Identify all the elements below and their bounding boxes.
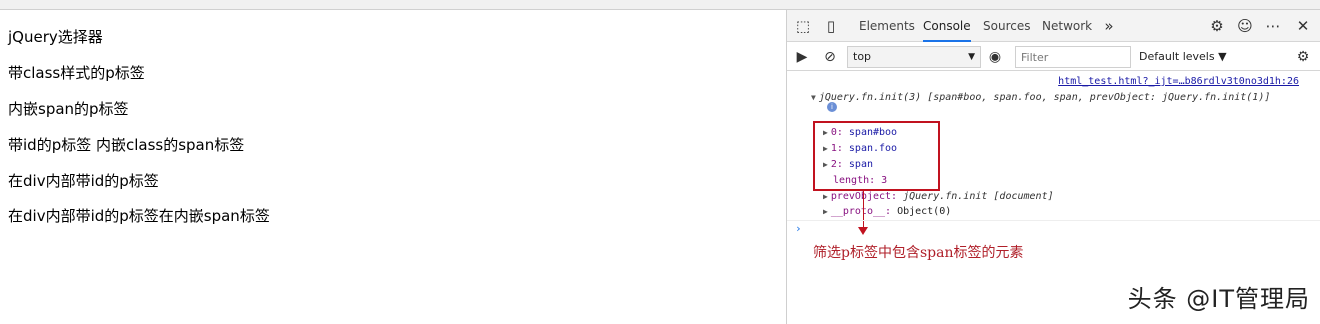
expand-right-icon: ▶ bbox=[823, 192, 828, 201]
annotation-arrow-head bbox=[858, 227, 868, 235]
rendered-page: jQuery选择器 带class样式的p标签 内嵌span的p标签 带id的p标… bbox=[0, 10, 786, 324]
more-tabs-icon[interactable]: » bbox=[1099, 16, 1119, 36]
page-line-id-p: 带id的p标签 内嵌class的span标签 bbox=[8, 136, 245, 154]
console-settings-gear-icon[interactable]: ⚙ bbox=[1293, 47, 1313, 67]
proto-value: Object(0) bbox=[897, 206, 952, 217]
annotation-text: 筛选p标签中包含span标签的元素 bbox=[813, 245, 1024, 261]
page-line-div-p: 在div内部带id的p标签 bbox=[8, 172, 159, 190]
filter-input[interactable] bbox=[1015, 46, 1131, 68]
tab-sources[interactable]: Sources bbox=[983, 10, 1030, 42]
highlight-box bbox=[813, 121, 940, 191]
tab-network[interactable]: Network bbox=[1042, 10, 1092, 42]
eye-icon[interactable]: ◉ bbox=[985, 47, 1005, 67]
gear-icon[interactable]: ⚙ bbox=[1207, 16, 1227, 36]
clear-console-icon[interactable]: ⊘ bbox=[820, 47, 840, 67]
context-select[interactable]: top ▼ bbox=[847, 46, 981, 68]
devtools-panel: ⬚ ▯ Elements Console Sources Network » ⚙… bbox=[786, 10, 1320, 324]
expand-right-icon: ▶ bbox=[823, 207, 828, 216]
close-icon[interactable]: ✕ bbox=[1293, 16, 1313, 36]
inspect-element-icon[interactable]: ⬚ bbox=[793, 16, 813, 36]
watermark: 头条 @IT管理局 bbox=[1127, 285, 1310, 313]
page-line-span-p: 内嵌span的p标签 bbox=[8, 100, 129, 118]
context-value: top bbox=[853, 50, 872, 63]
tab-console[interactable]: Console bbox=[923, 10, 971, 42]
console-prevobject-line[interactable]: ▶ prevObject: jQuery.fn.init [document] bbox=[823, 190, 1054, 204]
console-toolbar: ▶ ⊘ top ▼ ◉ Default levels ▼ ⚙ bbox=[787, 43, 1320, 71]
annotation-arrow-line bbox=[863, 191, 864, 231]
page-heading: jQuery选择器 bbox=[8, 28, 103, 46]
page-line-class-p: 带class样式的p标签 bbox=[8, 64, 145, 82]
info-icon: i bbox=[827, 102, 837, 112]
console-prompt-icon[interactable]: › bbox=[795, 222, 802, 235]
console-summary-line[interactable]: ▼ jQuery.fn.init(3) [span#boo, span.foo, … bbox=[811, 91, 1270, 105]
proto-key: __proto__ bbox=[830, 206, 886, 217]
kebab-menu-icon[interactable]: ⋯ bbox=[1263, 16, 1283, 36]
summary-text: jQuery.fn.init(3) [span#boo, span.foo, s… bbox=[818, 92, 1271, 103]
page-line-div-p-span: 在div内部带id的p标签在内嵌span标签 bbox=[8, 207, 270, 225]
device-toolbar-icon[interactable]: ▯ bbox=[821, 16, 841, 36]
tab-elements[interactable]: Elements bbox=[859, 10, 915, 42]
chevron-down-icon: ▼ bbox=[968, 52, 975, 62]
levels-dropdown[interactable]: Default levels ▼ bbox=[1139, 47, 1227, 67]
browser-top-strip bbox=[0, 0, 1320, 10]
console-proto-line[interactable]: ▶ __proto__: Object(0) bbox=[823, 205, 951, 219]
console-divider bbox=[787, 220, 1320, 221]
prev-key: prevObject bbox=[830, 191, 892, 202]
expand-down-icon: ▼ bbox=[811, 93, 816, 102]
prev-value: jQuery.fn.init [document] bbox=[903, 191, 1054, 202]
devtools-tab-bar: ⬚ ▯ Elements Console Sources Network » ⚙… bbox=[787, 10, 1320, 42]
feedback-icon[interactable]: ☺ bbox=[1235, 16, 1255, 36]
sidebar-toggle-icon[interactable]: ▶ bbox=[792, 47, 812, 67]
source-link[interactable]: html_test.html?_ijt=…b86rdlv3t0no3d1h:26 bbox=[1058, 76, 1299, 87]
